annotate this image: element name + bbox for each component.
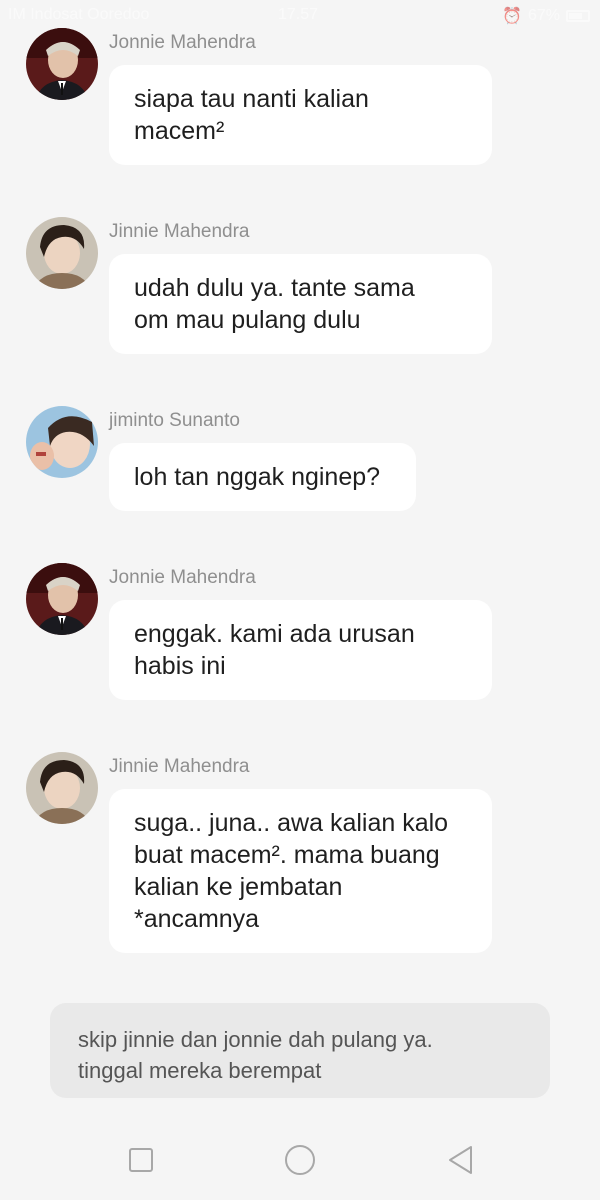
message-bubble[interactable]: siapa tau nanti kalian macem² [109,65,492,165]
avatar-jinnie-image [26,217,98,289]
sender-name: Jonnie Mahendra [109,567,256,588]
sender-name: Jinnie Mahendra [109,221,250,242]
recent-apps-icon[interactable] [121,1140,161,1180]
back-icon[interactable] [441,1140,481,1180]
carrier-name: IM Indosat Ooredoo [8,6,150,23]
navigation-bar [0,1120,600,1200]
battery-icon [566,10,590,22]
narration-note: skip jinnie dan jonnie dah pulang ya. ti… [50,1003,550,1098]
battery-percent: 67% [527,7,560,24]
sender-name: Jinnie Mahendra [109,756,250,777]
home-icon[interactable] [280,1140,320,1180]
avatar[interactable] [26,217,98,289]
status-right-icons: ⏰ 67% [502,6,590,26]
alarm-icon: ⏰ [502,8,522,25]
avatar[interactable] [26,28,98,100]
avatar-jinnie-image [26,752,98,824]
message-bubble[interactable]: loh tan nggak nginep? [109,443,416,511]
status-bar: IM Indosat Ooredoo 17.57 ⏰ 67% [0,0,600,30]
message-bubble[interactable]: suga.. juna.. awa kalian kalo buat macem… [109,789,492,953]
status-time: 17.57 [278,6,319,23]
avatar-jiminto-image [26,406,98,478]
sender-name: jiminto Sunanto [109,410,240,431]
avatar[interactable] [26,752,98,824]
sender-name: Jonnie Mahendra [109,32,256,53]
message-bubble[interactable]: enggak. kami ada urusan habis ini [109,600,492,700]
avatar-jonnie-image [26,563,98,635]
avatar-jonnie-image [26,28,98,100]
avatar[interactable] [26,406,98,478]
message-bubble[interactable]: udah dulu ya. tante sama om mau pulang d… [109,254,492,354]
avatar[interactable] [26,563,98,635]
